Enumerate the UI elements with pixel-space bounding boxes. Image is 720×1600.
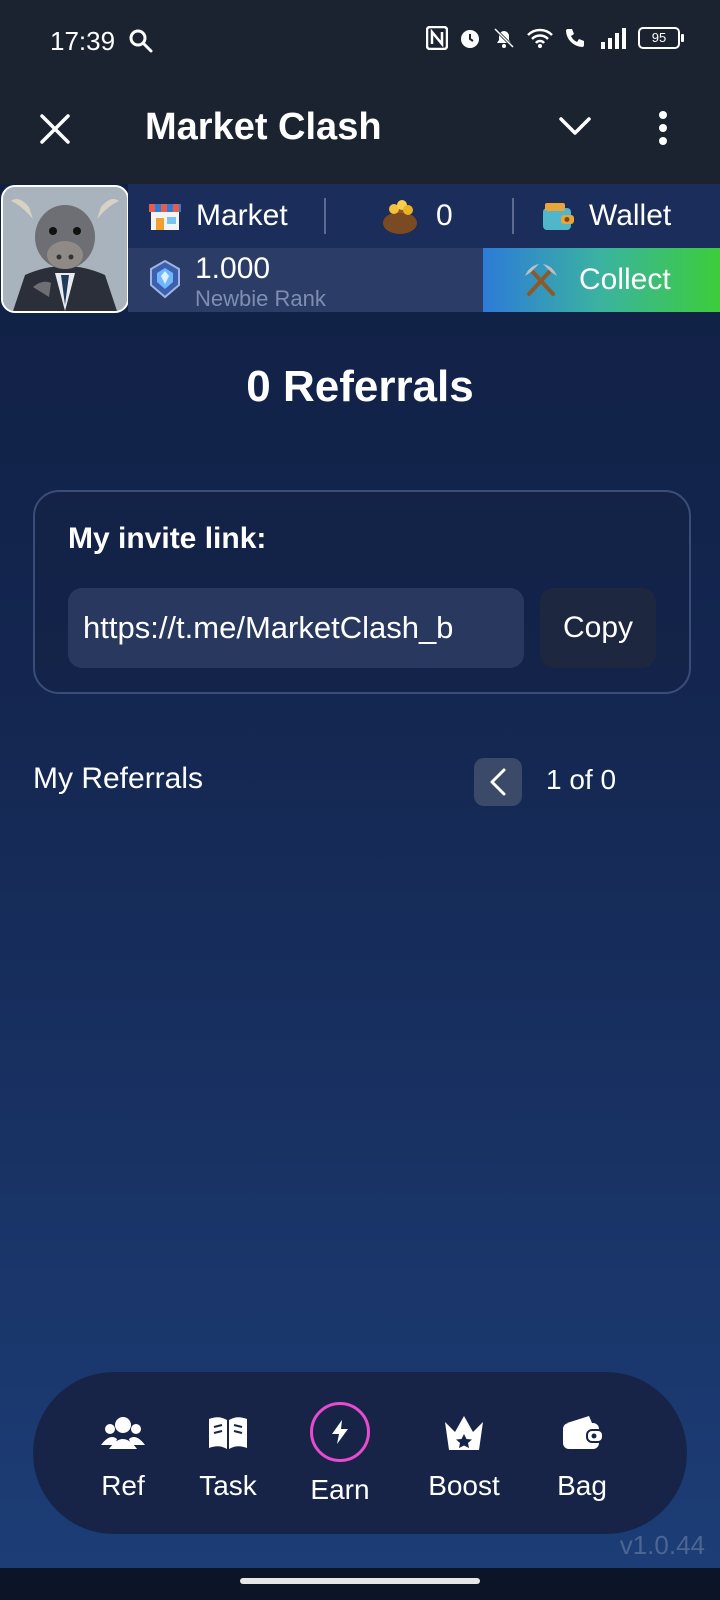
close-icon[interactable] <box>38 112 72 151</box>
page-title: Market Clash <box>145 106 382 148</box>
wallet-button[interactable]: Wallet <box>541 184 671 248</box>
invite-label: My invite link: <box>68 522 267 555</box>
mute-icon <box>493 27 515 49</box>
wallet-icon <box>543 203 574 230</box>
bolt-icon <box>310 1402 370 1462</box>
coins-balance: 0 <box>380 184 453 248</box>
home-indicator[interactable] <box>240 1578 480 1584</box>
version-label: v1.0.44 <box>619 1530 705 1560</box>
nav-label: Task <box>199 1470 257 1501</box>
hud-top-row: Market 0 Wallet <box>128 184 720 248</box>
collect-button[interactable]: Collect <box>483 248 720 312</box>
market-label: Market <box>196 199 288 232</box>
signal-icon <box>601 28 626 49</box>
shop-icon <box>149 204 181 230</box>
rank-panel: 1.000 Newbie Rank <box>128 248 483 312</box>
system-nav-area <box>0 1568 720 1600</box>
nav-bag[interactable]: Bag <box>532 1372 632 1534</box>
battery-indicator: 95 <box>638 27 684 49</box>
previous-page-button[interactable] <box>474 758 522 806</box>
chevron-left-icon <box>490 768 506 796</box>
rank-badge-icon <box>150 259 180 299</box>
invite-card: My invite link: Copy <box>33 490 691 694</box>
search-icon <box>128 28 154 59</box>
referrals-count-title: 0 Referrals <box>246 362 474 411</box>
wallet-icon <box>561 1412 603 1454</box>
chevron-down-icon[interactable] <box>558 116 592 143</box>
wallet-label: Wallet <box>589 199 672 232</box>
status-icons: 95 <box>426 26 684 50</box>
coin-bag-icon <box>383 200 417 234</box>
nav-boost[interactable]: Boost <box>414 1372 514 1534</box>
invite-link-field[interactable] <box>68 588 524 668</box>
nav-ref[interactable]: Ref <box>73 1372 173 1534</box>
rank-name: Newbie Rank <box>195 286 326 311</box>
collect-label: Collect <box>579 263 671 296</box>
my-referrals-heading: My Referrals <box>33 762 204 795</box>
divider <box>512 198 514 234</box>
nav-task[interactable]: Task <box>178 1372 278 1534</box>
wifi-icon <box>527 28 553 48</box>
copy-button[interactable]: Copy <box>540 588 656 668</box>
pagination-text: 1 of 0 <box>546 764 617 795</box>
invite-link-input[interactable] <box>68 588 524 668</box>
nav-label: Ref <box>101 1470 145 1501</box>
nav-label: Bag <box>557 1470 607 1501</box>
status-time: 17:39 <box>50 26 116 56</box>
divider <box>324 198 326 234</box>
nfc-icon <box>426 26 448 50</box>
nav-label: Earn <box>310 1474 370 1505</box>
app-title-bar: Market Clash <box>0 82 720 184</box>
avatar[interactable] <box>1 185 129 313</box>
coins-value: 0 <box>436 199 453 232</box>
alarm-icon <box>461 30 479 48</box>
book-icon <box>207 1412 249 1454</box>
crown-icon <box>443 1412 485 1454</box>
pickaxe-icon <box>525 264 557 296</box>
status-bar: 17:39 95 <box>0 0 720 82</box>
nav-earn[interactable]: Earn <box>290 1372 390 1534</box>
rank-value: 1.000 <box>195 252 271 285</box>
more-options-icon[interactable] <box>658 110 668 151</box>
wifi-call-icon <box>566 29 584 47</box>
users-icon <box>101 1412 145 1454</box>
bottom-nav: Ref Task Earn Boost Bag <box>33 1372 687 1534</box>
market-button[interactable]: Market <box>148 184 288 248</box>
game-hud: Market 0 Wallet 1.000 Newbie Rank Collec… <box>0 184 720 313</box>
nav-label: Boost <box>428 1470 500 1501</box>
